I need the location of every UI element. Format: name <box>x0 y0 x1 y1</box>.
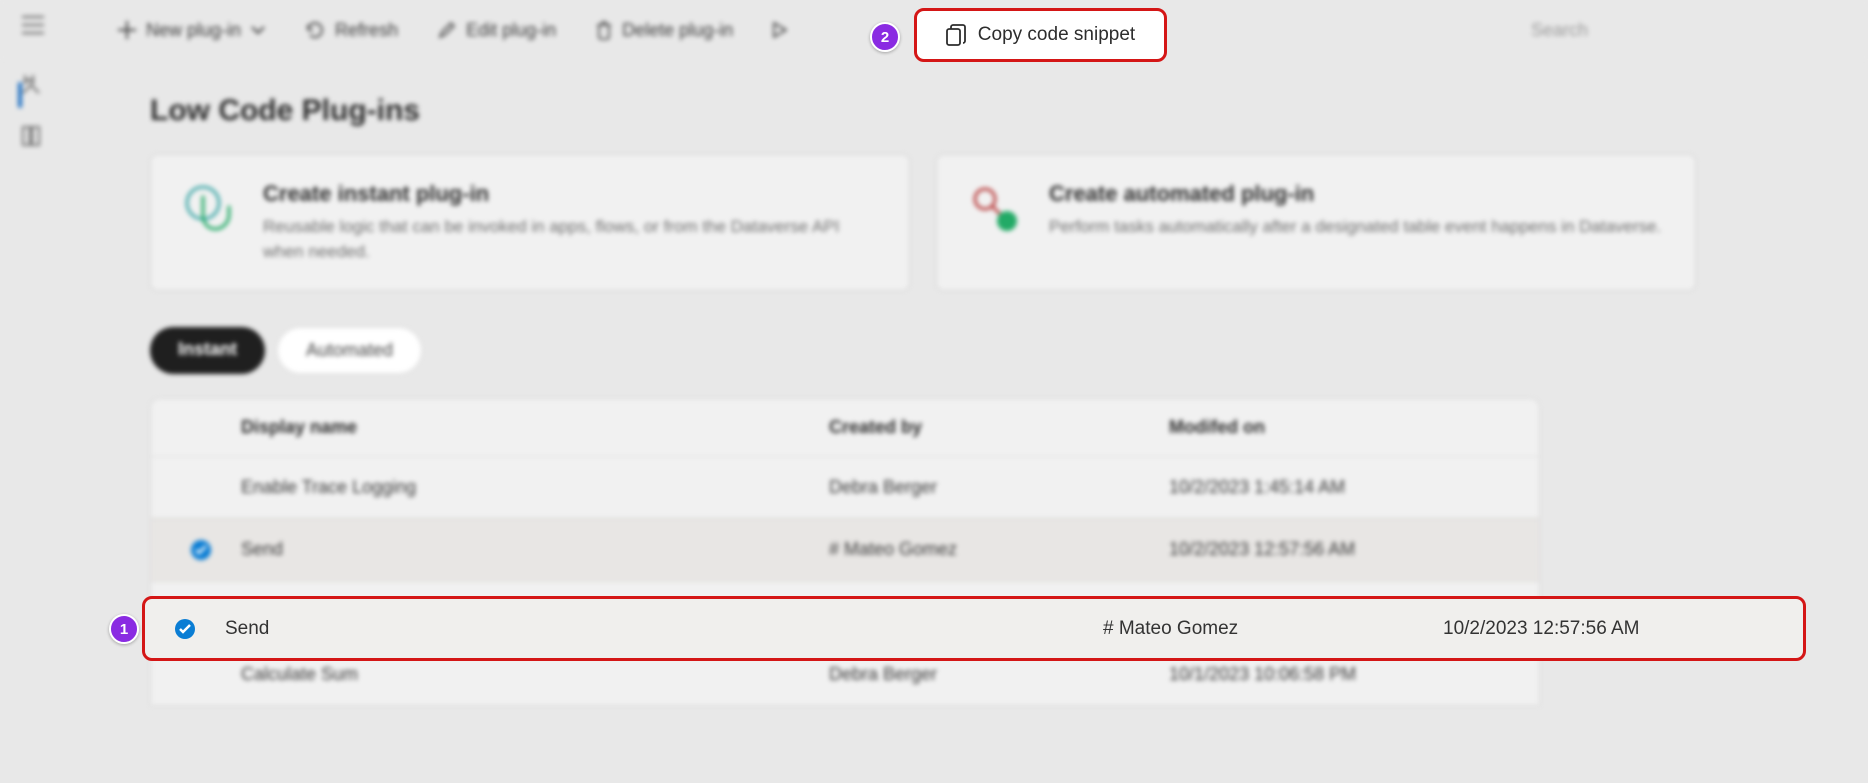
play-icon <box>773 22 787 38</box>
copy-code-snippet-button[interactable]: Copy code snippet <box>914 8 1167 62</box>
row-modified-on: 10/2/2023 12:57:56 AM <box>1169 539 1529 561</box>
create-cards-row: Create instant plug-in Reusable logic th… <box>150 154 1840 291</box>
sidebar-item-library[interactable] <box>19 124 43 148</box>
edit-plugin-button[interactable]: Edit plug-in <box>430 14 564 47</box>
row-name: Send <box>225 618 1103 640</box>
tab-automated[interactable]: Automated <box>277 327 422 374</box>
copy-code-label: Copy code snippet <box>978 24 1135 46</box>
delete-plugin-label: Delete plug-in <box>622 20 733 41</box>
table-row[interactable]: Send # Mateo Gomez 10/2/2023 12:57:56 AM <box>151 518 1539 581</box>
edit-plugin-label: Edit plug-in <box>466 20 556 41</box>
page-title: Low Code Plug-ins <box>150 94 1840 128</box>
instant-card-desc: Reusable logic that can be invoked in ap… <box>263 215 879 264</box>
hamburger-menu-button[interactable] <box>22 16 44 34</box>
refresh-button[interactable]: Refresh <box>297 14 406 47</box>
row-checkbox[interactable] <box>161 477 241 498</box>
selected-row-highlight[interactable]: Send # Mateo Gomez 10/2/2023 12:57:56 AM <box>142 596 1806 661</box>
edit-icon <box>438 21 456 39</box>
search-input[interactable]: Search <box>1531 20 1868 41</box>
tab-instant[interactable]: Instant <box>150 327 265 374</box>
refresh-label: Refresh <box>335 20 398 41</box>
plugin-icon <box>19 72 43 96</box>
row-checkbox[interactable] <box>145 617 225 641</box>
copy-icon <box>946 24 966 46</box>
row-name: Send <box>241 539 829 561</box>
new-plugin-button[interactable]: New plug-in <box>110 14 273 47</box>
plus-icon <box>118 21 136 39</box>
create-automated-card[interactable]: Create automated plug-in Perform tasks a… <box>936 154 1696 291</box>
book-icon <box>19 124 43 148</box>
col-modified-on[interactable]: Modifed on <box>1169 417 1529 438</box>
refresh-icon <box>305 20 325 40</box>
touch-icon <box>181 181 237 237</box>
row-modified-on: 10/2/2023 12:57:56 AM <box>1443 618 1803 640</box>
automated-card-desc: Perform tasks automatically after a desi… <box>1049 215 1661 240</box>
annotation-callout-2: 2 <box>870 22 900 52</box>
row-name: Enable Trace Logging <box>241 477 829 498</box>
table-row[interactable]: Enable Trace Logging Debra Berger 10/2/2… <box>151 456 1539 518</box>
create-instant-card[interactable]: Create instant plug-in Reusable logic th… <box>150 154 910 291</box>
row-created-by: # Mateo Gomez <box>829 539 1169 561</box>
row-checkbox[interactable] <box>161 664 241 685</box>
chevron-down-icon <box>251 25 265 35</box>
row-checkbox[interactable] <box>161 539 241 561</box>
row-modified-on: 10/2/2023 1:45:14 AM <box>1169 477 1529 498</box>
trash-icon <box>596 20 612 40</box>
search-placeholder: Search <box>1531 20 1588 40</box>
main-content: Low Code Plug-ins Create instant plug-in… <box>62 60 1868 783</box>
row-name: Calculate Sum <box>241 664 829 685</box>
row-modified-on: 10/1/2023 10:06:58 PM <box>1169 664 1529 685</box>
automated-card-title: Create automated plug-in <box>1049 181 1661 207</box>
new-plugin-label: New plug-in <box>146 20 241 41</box>
col-display-name[interactable]: Display name <box>241 417 829 438</box>
row-created-by: Debra Berger <box>829 477 1169 498</box>
delete-plugin-button[interactable]: Delete plug-in <box>588 14 741 47</box>
left-sidebar <box>0 60 62 783</box>
automated-icon <box>967 181 1023 237</box>
filter-tabs: Instant Automated <box>150 327 1840 374</box>
run-button[interactable] <box>765 16 795 44</box>
col-created-by[interactable]: Created by <box>829 417 1169 438</box>
row-created-by: # Mateo Gomez <box>1103 618 1443 640</box>
row-created-by: Debra Berger <box>829 664 1169 685</box>
instant-card-title: Create instant plug-in <box>263 181 879 207</box>
table-header: Display name Created by Modifed on <box>151 399 1539 456</box>
annotation-callout-1: 1 <box>109 614 139 644</box>
sidebar-item-plugins[interactable] <box>19 72 43 96</box>
